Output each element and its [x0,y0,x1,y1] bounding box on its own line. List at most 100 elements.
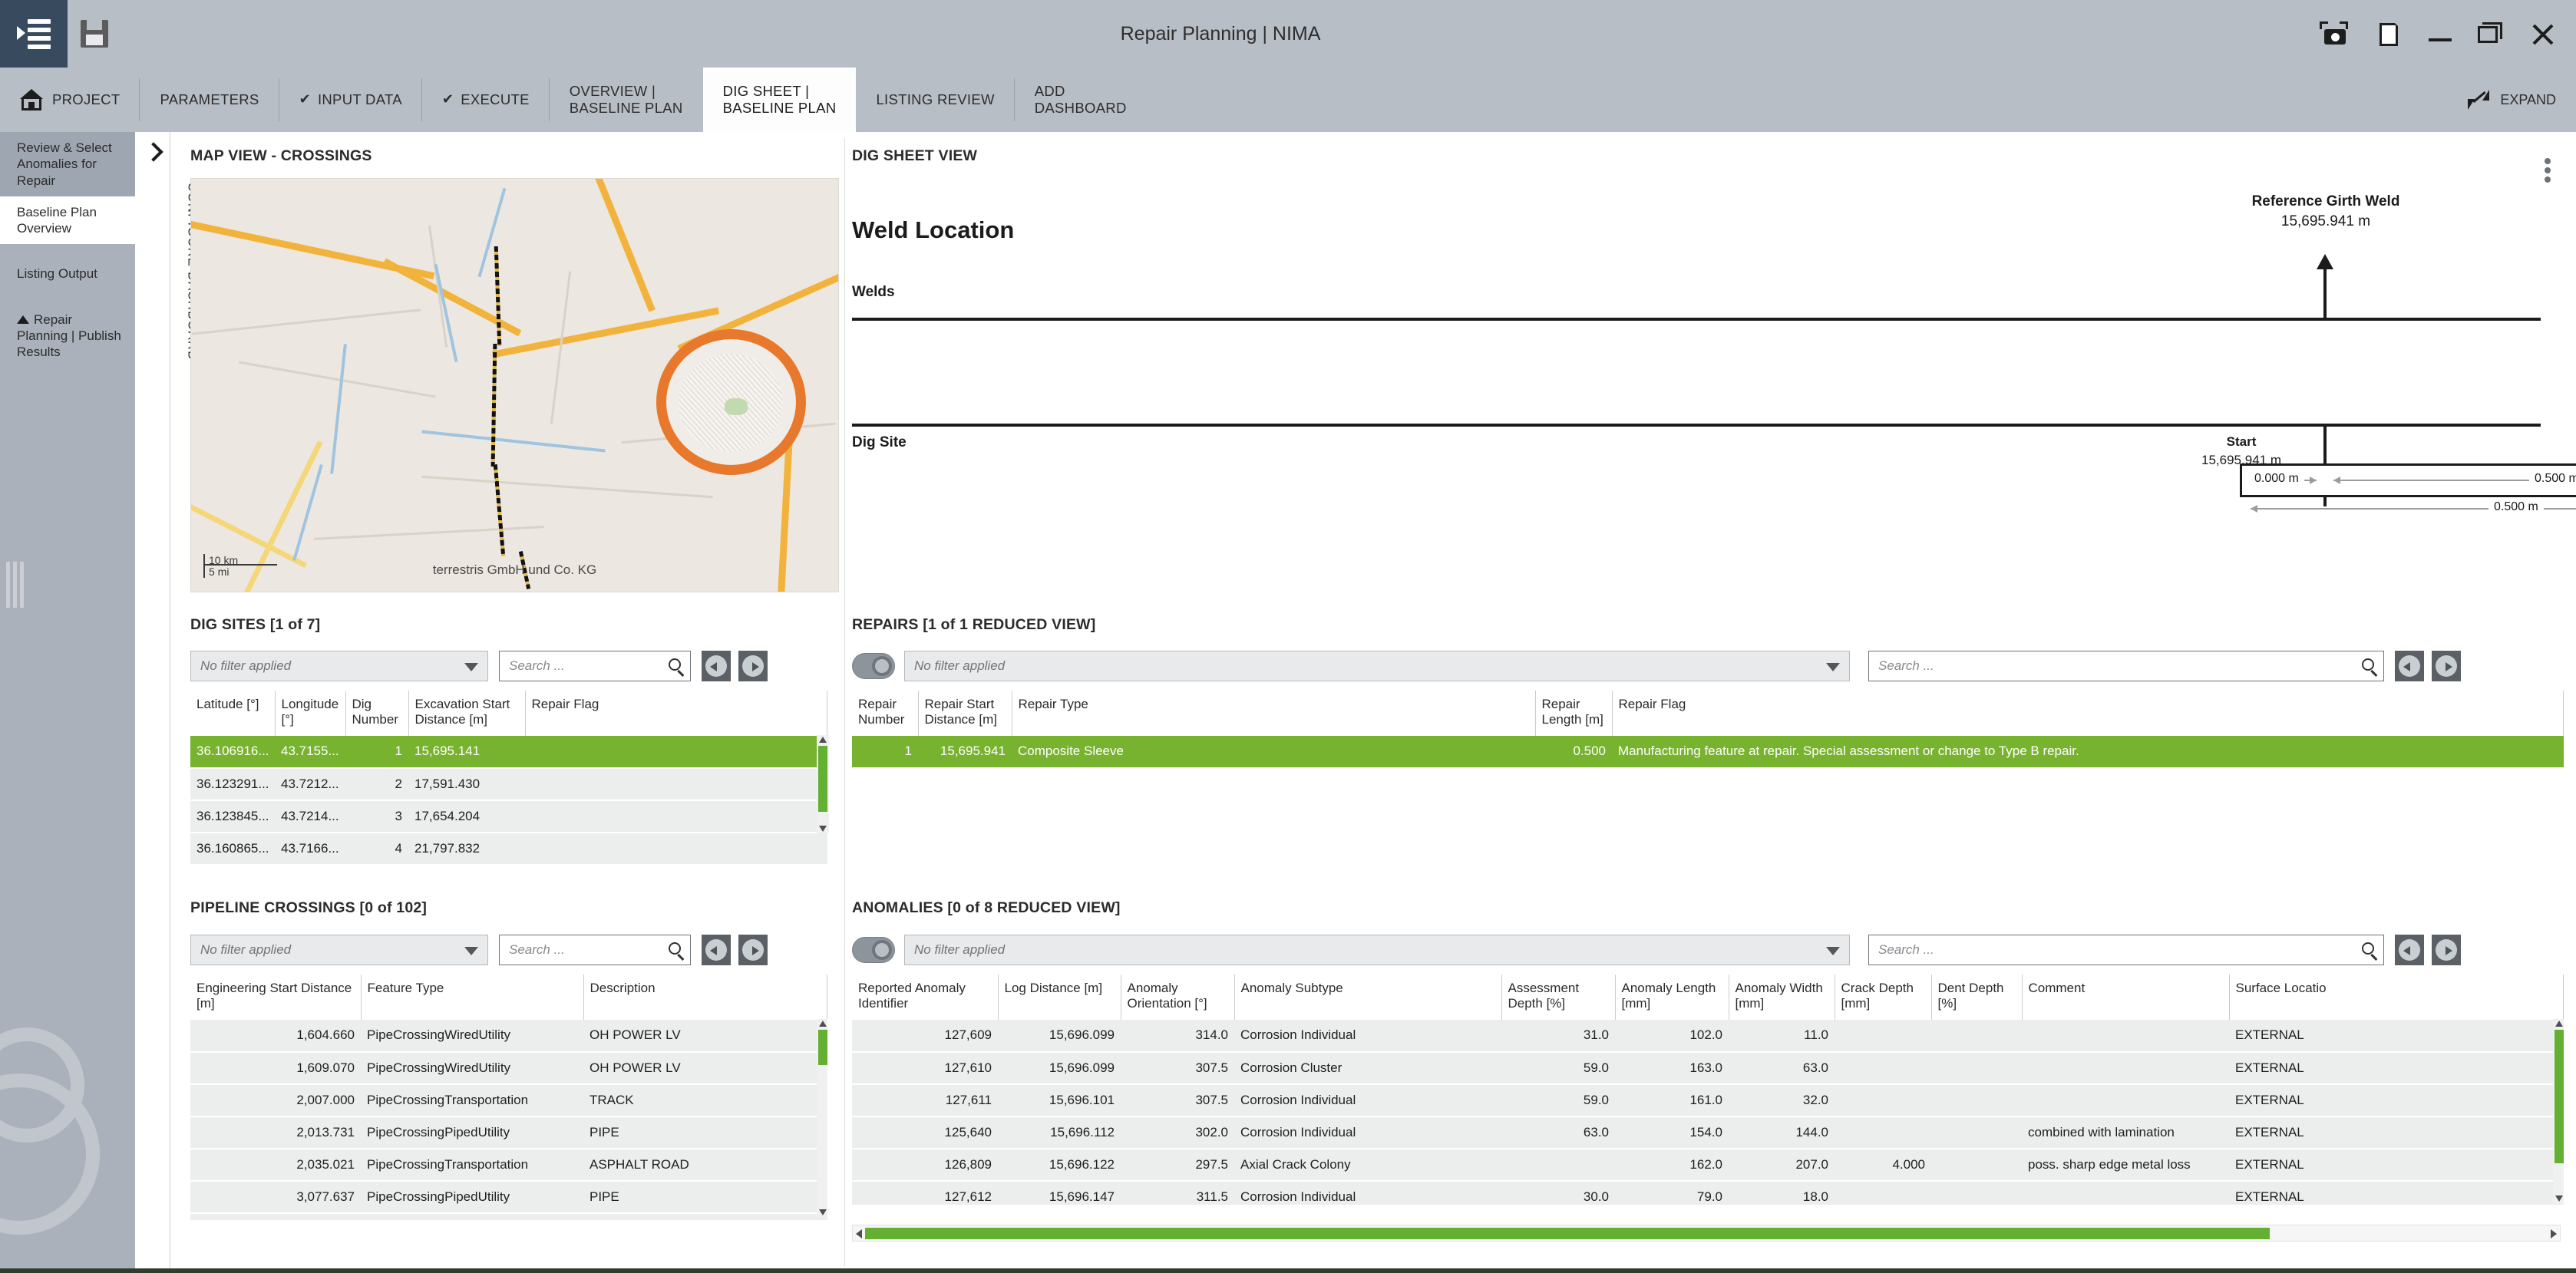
pipeline-crossings-vertical-scrollbar[interactable] [817,1019,827,1217]
screenshot-camera-icon[interactable] [2320,18,2350,49]
document-icon[interactable] [2373,18,2404,49]
col-anomaly-width[interactable]: Anomaly Width [mm] [1729,975,1835,1020]
anomalies-search-input[interactable]: Search ... [1868,935,2384,965]
tab-execute[interactable]: ✔ EXECUTE [422,68,550,132]
tab-project[interactable]: PROJECT [0,68,140,132]
scroll-down-icon[interactable] [819,826,827,832]
scroll-right-icon[interactable] [2551,1229,2557,1238]
col-anomaly-subtype[interactable]: Anomaly Subtype [1234,975,1502,1020]
table-row[interactable]: 36.160865... 43.7166... 4 21,797.832 [190,832,827,866]
repairs-search-input[interactable]: Search ... [1868,651,2384,681]
scroll-thumb[interactable] [2555,1030,2564,1163]
scroll-thumb[interactable] [818,1030,827,1065]
col-repair-length[interactable]: Repair Length [m] [1535,691,1613,736]
scroll-up-icon[interactable] [2555,1021,2563,1027]
repairs-prev-button[interactable] [2395,651,2424,681]
dig-sites-vertical-scrollbar[interactable] [817,735,829,833]
col-surface-location[interactable]: Surface Locatio [2229,975,2564,1020]
scroll-up-icon[interactable] [819,737,827,743]
table-row[interactable]: 1,604.660 PipeCrossingWiredUtility OH PO… [190,1019,827,1053]
sidebar-item-listing-output[interactable]: Listing Output [0,258,135,289]
col-longitude[interactable]: Longitude [°] [275,691,346,736]
col-description[interactable]: Description [583,975,827,1020]
pipeline-crossings-next-button[interactable] [738,935,768,965]
repairs-next-button[interactable] [2432,651,2461,681]
col-reported-anomaly-identifier[interactable]: Reported Anomaly Identifier [852,975,999,1020]
anomalies-vertical-scrollbar[interactable] [2553,1019,2564,1203]
table-row[interactable]: 126,809 15,696.122 297.5 Axial Crack Col… [852,1148,2564,1182]
scroll-up-icon[interactable] [819,1021,827,1027]
col-anomaly-length[interactable]: Anomaly Length [mm] [1615,975,1729,1020]
map-view[interactable]: 10 km 5 mi terrestris GmbH und Co. KG [190,178,839,592]
main-menu-button[interactable] [0,0,68,68]
dig-sites-prev-button[interactable] [702,651,731,681]
repairs-filter-select[interactable]: No filter applied [904,651,1850,681]
table-row[interactable]: 2,007.000 PipeCrossingTransportation TRA… [190,1083,827,1117]
table-row[interactable]: 2,013.731 PipeCrossingPipedUtility PIPE [190,1116,827,1149]
col-repair-type[interactable]: Repair Type [1012,691,1536,736]
col-dig-number[interactable]: Dig Number [345,691,409,736]
table-row[interactable]: 3,077.637 PipeCrossingPipedUtility PIPE [190,1180,827,1214]
maximize-icon[interactable] [2476,18,2505,49]
dig-sites-filter-select[interactable]: No filter applied [190,651,488,681]
table-row[interactable]: 36.106916... 43.7155... 1 15,695.141 [190,735,827,769]
scroll-thumb[interactable] [865,1228,2270,1239]
table-row[interactable]: 127,610 15,696.099 307.5 Corrosion Clust… [852,1051,2564,1085]
anomalies-filter-select[interactable]: No filter applied [904,935,1850,965]
pipeline-crossings-filter-select[interactable]: No filter applied [190,935,488,965]
tab-input-data[interactable]: ✔ INPUT DATA [279,68,423,132]
col-anomaly-orientation[interactable]: Anomaly Orientation [°] [1121,975,1235,1020]
table-row[interactable]: 127,611 15,696.101 307.5 Corrosion Indiv… [852,1083,2564,1117]
tab-overview-baseline-plan[interactable]: OVERVIEW | BASELINE PLAN [550,68,703,132]
table-row[interactable]: 36.123291... 43.7212... 2 17,591.430 [190,767,827,801]
col-crack-depth[interactable]: Crack Depth [mm] [1835,975,1932,1020]
sidebar-item-review-select-anomalies[interactable]: Review & Select Anomalies for Repair [0,132,135,196]
scroll-left-icon[interactable] [856,1229,862,1238]
col-repair-flag[interactable]: Repair Flag [525,691,827,736]
sidebar-item-baseline-plan-overview[interactable]: Baseline Plan Overview [0,196,135,245]
repairs-filter-toggle[interactable] [852,653,895,679]
table-row[interactable]: 2,035.021 PipeCrossingTransportation ASP… [190,1148,827,1182]
table-row[interactable]: 3,077.637 PipeCrossingTransportation TRA… [190,1212,827,1220]
col-comment[interactable]: Comment [2022,975,2230,1020]
table-row[interactable]: 127,609 15,696.099 314.0 Corrosion Indiv… [852,1019,2564,1053]
anomalies-horizontal-scrollbar[interactable] [852,1225,2561,1242]
dig-sites-next-button[interactable] [738,651,768,681]
col-feature-type[interactable]: Feature Type [361,975,584,1020]
col-latitude[interactable]: Latitude [°] [190,691,276,736]
table-row[interactable]: 36.123845... 43.7214... 3 17,654.204 [190,800,827,833]
anomalies-filter-toggle[interactable] [852,937,895,963]
expand-button[interactable]: EXPAND [2466,68,2576,132]
close-icon[interactable] [2528,18,2558,49]
table-row[interactable]: 1,609.070 PipeCrossingWiredUtility OH PO… [190,1051,827,1085]
col-excavation-start-distance[interactable]: Excavation Start Distance [m] [408,691,526,736]
tab-add-dashboard[interactable]: ADD DASHBOARD [1015,68,1147,132]
chevron-right-icon[interactable] [144,144,161,161]
table-row[interactable]: 127,612 15,696.147 311.5 Corrosion Indiv… [852,1180,2564,1205]
pipeline-crossings-prev-button[interactable] [702,935,731,965]
col-engineering-start-distance[interactable]: Engineering Start Distance [m] [190,975,362,1020]
table-row[interactable]: 1 15,695.941 Composite Sleeve 0.500 Manu… [852,735,2564,769]
anomalies-next-button[interactable] [2432,935,2461,965]
table-row[interactable]: 125,640 15,696.112 302.0 Corrosion Indiv… [852,1116,2564,1149]
scroll-down-icon[interactable] [819,1209,827,1215]
more-options-icon[interactable] [2536,153,2559,184]
dig-sites-search-input[interactable]: Search ... [499,651,691,681]
tab-dig-sheet-baseline-plan[interactable]: DIG SHEET | BASELINE PLAN [702,68,857,132]
check-icon: ✔ [441,91,454,107]
col-repair-flag[interactable]: Repair Flag [1612,691,2564,736]
save-button[interactable] [68,0,121,68]
col-log-distance[interactable]: Log Distance [m] [998,975,1121,1020]
col-assessment-depth[interactable]: Assessment Depth [%] [1501,975,1616,1020]
col-repair-start-distance[interactable]: Repair Start Distance [m] [918,691,1012,736]
sidebar-item-repair-planning-publish-results[interactable]: Repair Planning | Publish Results [0,304,135,368]
anomalies-prev-button[interactable] [2395,935,2424,965]
scroll-thumb[interactable] [818,746,827,812]
col-dent-depth[interactable]: Dent Depth [%] [1931,975,2023,1020]
col-repair-number[interactable]: Repair Number [852,691,919,736]
pipeline-crossings-search-input[interactable]: Search ... [499,935,691,965]
tab-listing-review[interactable]: LISTING REVIEW [856,68,1016,132]
tab-parameters[interactable]: PARAMETERS [140,68,279,132]
minimize-icon[interactable] [2427,18,2453,49]
scroll-down-icon[interactable] [2555,1195,2563,1202]
